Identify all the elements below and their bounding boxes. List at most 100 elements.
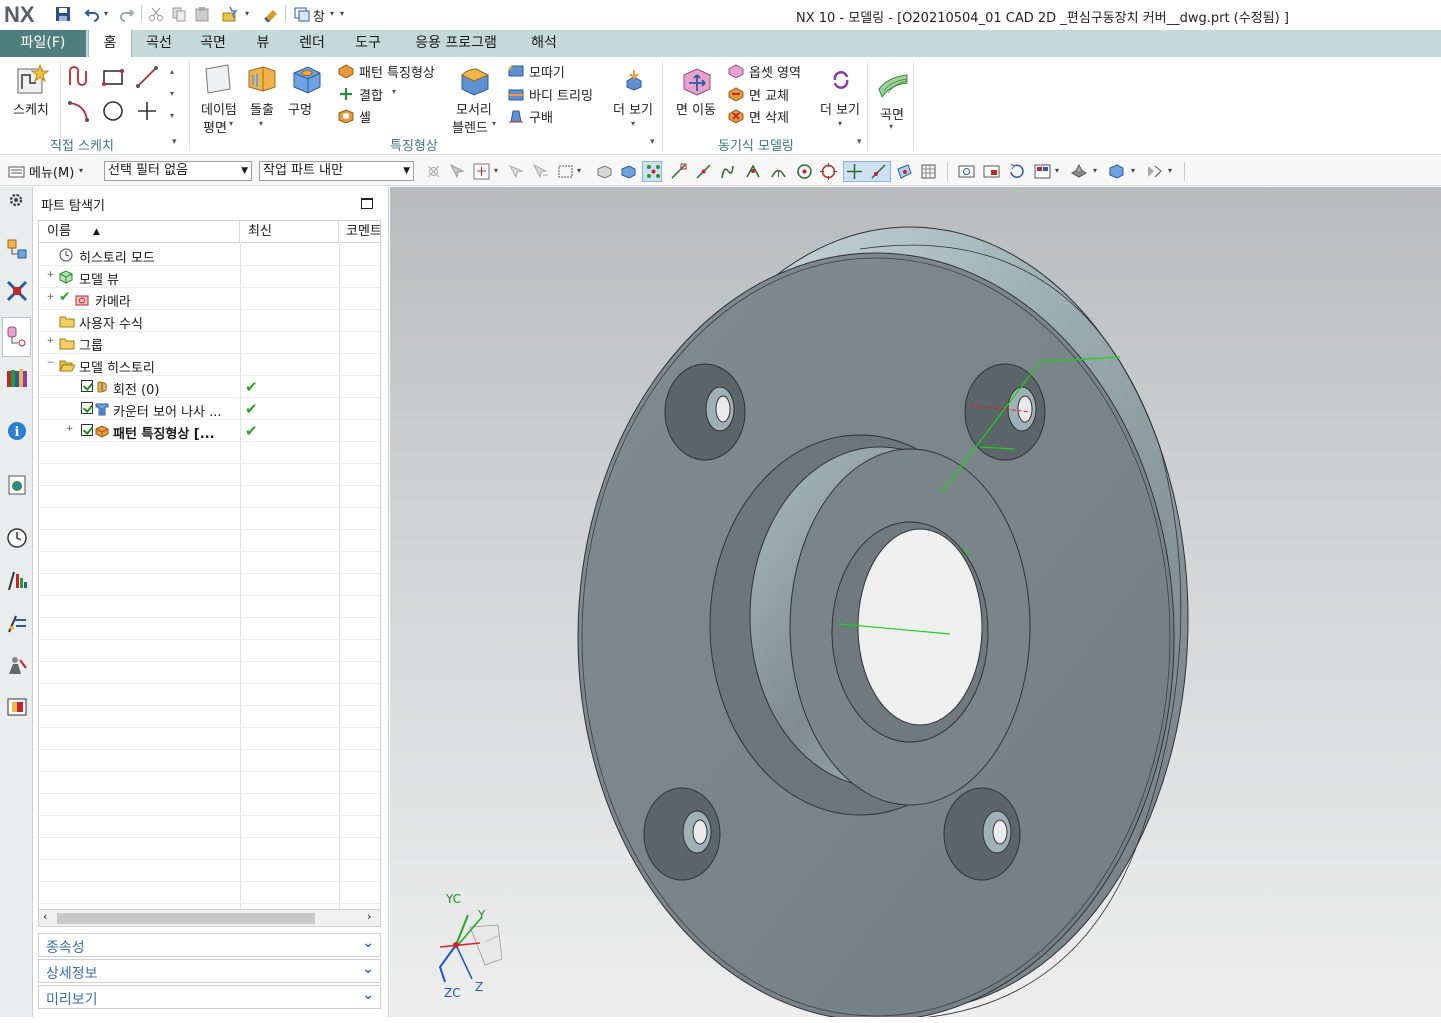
rectangle-select-dropdown-icon[interactable]: ▾ — [577, 166, 581, 175]
menu-dropdown-icon[interactable]: ▾ — [79, 166, 83, 175]
feature-checkbox[interactable] — [81, 380, 93, 392]
hole-button[interactable]: 구멍 — [288, 99, 312, 118]
chamfer-icon[interactable] — [508, 64, 524, 78]
column-header-latest[interactable]: 최신 — [241, 221, 339, 243]
settings-gear-icon[interactable] — [8, 192, 24, 208]
datum-plane-icon[interactable] — [202, 63, 234, 95]
redo-icon[interactable] — [119, 6, 135, 22]
bolt-hole-top-left[interactable] — [664, 363, 746, 461]
point-on-curve-icon[interactable] — [870, 163, 887, 180]
circle-icon[interactable] — [101, 99, 125, 123]
zoom-icon[interactable] — [983, 163, 1000, 180]
edge-blend-dropdown-icon[interactable]: ▾ — [492, 119, 496, 128]
point-icon[interactable] — [135, 99, 159, 123]
rectangle-select-icon[interactable] — [557, 163, 574, 180]
general-selection-icon[interactable] — [425, 163, 442, 180]
tree-row-groups[interactable]: + 그룹 — [39, 332, 380, 354]
customize-quick-access-icon[interactable]: ▾ — [340, 9, 344, 18]
repeat-command-icon[interactable] — [222, 6, 238, 22]
replace-face-icon[interactable] — [728, 87, 744, 101]
tree-row-user-expressions[interactable]: 사용자 수식 — [39, 310, 380, 332]
column-header-name[interactable]: 이름 ▲ — [39, 221, 240, 243]
filter-dropdown-icon[interactable]: ▾ — [494, 166, 498, 175]
tree-row-model-views[interactable]: + 모델 뷰 — [39, 266, 380, 288]
tab-view[interactable]: 뷰 — [250, 30, 276, 57]
more-sync-icon[interactable] — [830, 69, 852, 91]
tab-applications[interactable]: 응용 프로그램 — [404, 30, 508, 57]
cut-icon[interactable] — [148, 6, 164, 22]
scroll-right-icon[interactable]: › — [367, 910, 371, 923]
extrude-icon[interactable] — [245, 63, 279, 95]
bolt-hole-bottom-right[interactable] — [943, 787, 1021, 881]
control-point-icon[interactable] — [719, 163, 736, 180]
more-sync-button[interactable]: 더 보기 — [820, 99, 860, 118]
shell-icon[interactable] — [338, 109, 354, 123]
selection-scope-select[interactable]: 작업 파트 내만 ▼ — [259, 161, 414, 181]
window-dropdown-icon[interactable]: ▾ — [330, 9, 334, 18]
filter-icon[interactable] — [473, 163, 490, 180]
deselect-icon[interactable] — [532, 163, 549, 180]
extrude-dropdown-icon[interactable]: ▾ — [259, 119, 263, 128]
window-menu-label[interactable]: 창 — [313, 6, 325, 25]
tab-analysis[interactable]: 해석 — [524, 30, 564, 57]
feature-checkbox[interactable] — [81, 424, 93, 436]
datum-plane-dropdown-icon[interactable]: ▾ — [229, 119, 233, 128]
assembly-navigator-icon[interactable] — [6, 238, 28, 260]
process-studio-icon[interactable] — [6, 570, 28, 592]
mid-point-icon[interactable] — [695, 163, 712, 180]
bounded-grid-point-icon[interactable] — [920, 163, 937, 180]
trim-body-button[interactable]: 바디 트리밍 — [529, 85, 593, 104]
edge-blend-label-2[interactable]: 블렌드 — [452, 117, 488, 136]
tab-surface[interactable]: 곡면 — [192, 30, 234, 57]
type-filter-select[interactable]: 선택 필터 없음 ▼ — [104, 161, 252, 181]
end-point-icon[interactable] — [670, 163, 687, 180]
intersection-point-icon[interactable] — [745, 163, 762, 180]
more-features-icon[interactable] — [623, 69, 645, 91]
horizontal-scrollbar[interactable]: ‹ › — [38, 909, 381, 927]
window-icon[interactable] — [294, 6, 310, 22]
part-navigator-icon[interactable] — [6, 325, 28, 347]
save-icon[interactable] — [55, 6, 71, 22]
draft-button[interactable]: 구배 — [529, 107, 553, 126]
select-body-icon[interactable] — [620, 163, 637, 180]
tab-tools[interactable]: 도구 — [348, 30, 388, 57]
scrollbar-thumb[interactable] — [57, 913, 315, 924]
paste-icon[interactable] — [194, 6, 210, 22]
more-sync-dropdown-icon[interactable]: ▾ — [838, 119, 842, 128]
orient-view-dropdown-icon[interactable]: ▾ — [1093, 166, 1097, 175]
rectangle-icon[interactable] — [101, 65, 125, 89]
graphics-window[interactable]: YC Y ZC Z — [390, 187, 1441, 1017]
expand-icon[interactable]: + — [65, 425, 74, 435]
more-features-dropdown-icon[interactable]: ▾ — [631, 119, 635, 128]
history-icon[interactable] — [6, 527, 28, 549]
move-face-icon[interactable] — [680, 63, 714, 97]
draft-icon[interactable] — [508, 109, 524, 123]
unite-button[interactable]: 결합 — [359, 85, 383, 104]
tab-curve[interactable]: 곡선 — [138, 30, 180, 57]
center-point-icon[interactable] — [796, 163, 813, 180]
gallery-up-icon[interactable]: ▴ — [170, 67, 174, 76]
manufacturing-wizard-icon[interactable] — [6, 612, 28, 634]
gallery-down-icon[interactable]: ▾ — [170, 89, 174, 98]
tree-row-revolve[interactable]: 회전 (0) ✔ — [39, 376, 380, 398]
column-header-comment[interactable]: 코멘트 — [340, 221, 380, 243]
chamfer-button[interactable]: 모따기 — [529, 62, 565, 81]
arc-icon[interactable] — [67, 99, 91, 123]
feature-checkbox[interactable] — [81, 402, 93, 414]
select-tool-icon[interactable] — [507, 163, 524, 180]
extrude-button[interactable]: 돌출 — [250, 99, 274, 118]
reuse-library-icon[interactable] — [6, 367, 28, 389]
unite-icon[interactable] — [338, 87, 354, 101]
undo-dropdown-icon[interactable]: ▾ — [104, 9, 108, 18]
rendering-style-dropdown-icon[interactable]: ▾ — [1055, 166, 1059, 175]
web-browser-icon[interactable] — [6, 474, 28, 496]
hd3d-tools-icon[interactable]: i — [6, 420, 28, 442]
gallery-more-icon[interactable]: ▾ — [170, 111, 174, 120]
file-menu-tab[interactable]: 파일(F) — [0, 30, 86, 57]
tree-row-pattern-feature[interactable]: + 패턴 특징형상 [... ✔ — [39, 420, 380, 442]
datum-plane-label-2[interactable]: 평면 — [203, 117, 227, 136]
tree-row-model-history[interactable]: − 모델 히스토리 — [39, 354, 380, 376]
direct-sketch-group-menu-icon[interactable]: ▾ — [172, 137, 177, 147]
surface-dropdown-icon[interactable]: ▾ — [889, 122, 893, 131]
replace-face-button[interactable]: 면 교체 — [749, 85, 789, 104]
